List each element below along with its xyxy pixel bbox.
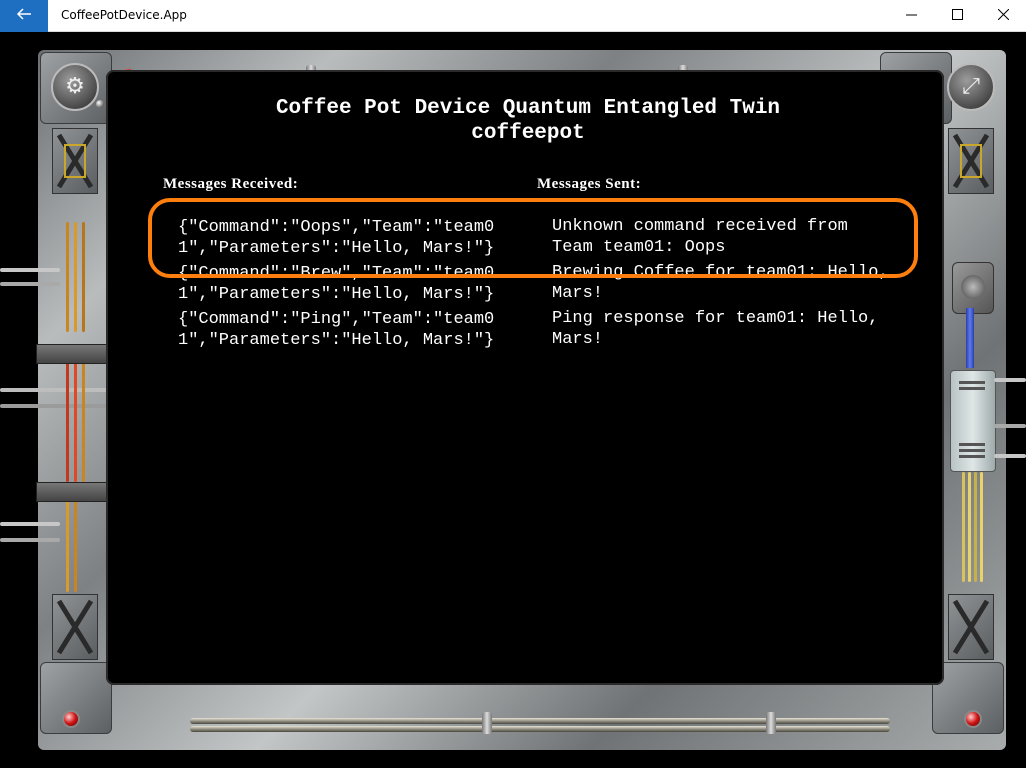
wire xyxy=(66,362,69,482)
minimize-button[interactable] xyxy=(888,0,934,32)
rail-clamp xyxy=(766,712,776,734)
maximize-button[interactable] xyxy=(934,0,980,32)
wire xyxy=(82,222,85,332)
wire-clamp xyxy=(36,344,114,364)
wire xyxy=(980,472,983,582)
wire xyxy=(74,222,77,332)
pipe xyxy=(0,522,60,526)
bottom-rail-2 xyxy=(190,726,890,732)
x-brace xyxy=(52,128,98,194)
blue-tube xyxy=(966,308,974,368)
red-indicator-light xyxy=(62,710,80,728)
wire xyxy=(74,362,77,482)
device-name: coffeepot xyxy=(471,122,585,145)
title-bar: CoffeePotDevice.App xyxy=(0,0,1026,32)
received-message: {"Command":"Ping","Team":"team01","Param… xyxy=(178,310,495,350)
pipe xyxy=(994,378,1026,382)
sent-list: Unknown command received from Team team0… xyxy=(552,217,897,355)
title-line-1: Coffee Pot Device Quantum Entangled Twin xyxy=(275,97,781,120)
page-title: Coffee Pot Device Quantum Entangled Twin… xyxy=(128,96,928,146)
sent-message: Unknown command received from Team team0… xyxy=(552,217,859,257)
pipe xyxy=(994,424,1026,428)
pipe xyxy=(0,282,60,286)
sent-message: Ping response for team01: Hello, Mars! xyxy=(552,309,889,349)
received-list: {"Command":"Oops","Team":"team01","Param… xyxy=(178,218,508,356)
sent-message: Brewing Coffee for team01: Hello, Mars! xyxy=(552,263,899,303)
received-header: Messages Received: xyxy=(163,176,299,192)
settings-button[interactable]: ⚙ xyxy=(51,63,99,111)
pipe xyxy=(0,388,110,392)
bottom-rail xyxy=(190,718,890,724)
fullscreen-button[interactable]: ⤢ xyxy=(947,63,995,111)
wire-clamp xyxy=(36,482,114,502)
close-button[interactable] xyxy=(980,0,1026,32)
received-message: {"Command":"Brew","Team":"team01","Param… xyxy=(178,264,495,304)
wire xyxy=(66,222,69,332)
x-brace xyxy=(948,594,994,660)
display-screen xyxy=(106,70,944,685)
pipe xyxy=(0,268,60,272)
expand-icon: ⤢ xyxy=(962,74,980,99)
arrow-left-icon xyxy=(16,6,32,27)
wire xyxy=(962,472,965,582)
gear-icon: ⚙ xyxy=(65,74,85,99)
wire xyxy=(74,492,77,592)
wire xyxy=(82,362,85,482)
bolt xyxy=(96,100,104,108)
pipe xyxy=(0,404,110,408)
red-indicator-light xyxy=(964,710,982,728)
wire xyxy=(968,472,971,582)
x-brace xyxy=(52,594,98,660)
maximize-icon xyxy=(951,7,963,25)
rail-clamp xyxy=(482,712,492,734)
pipe xyxy=(0,538,60,542)
received-message: {"Command":"Oops","Team":"team01","Param… xyxy=(178,218,495,258)
junction-box xyxy=(950,370,996,472)
window-title: CoffeePotDevice.App xyxy=(61,8,187,22)
round-connector xyxy=(952,262,994,314)
sent-header: Messages Sent: xyxy=(537,176,642,192)
close-icon xyxy=(997,7,1009,25)
wire xyxy=(66,492,69,592)
wire xyxy=(974,472,977,582)
back-button[interactable] xyxy=(0,0,48,32)
pipe xyxy=(994,454,1026,458)
x-brace xyxy=(948,128,994,194)
minimize-icon xyxy=(905,7,917,25)
